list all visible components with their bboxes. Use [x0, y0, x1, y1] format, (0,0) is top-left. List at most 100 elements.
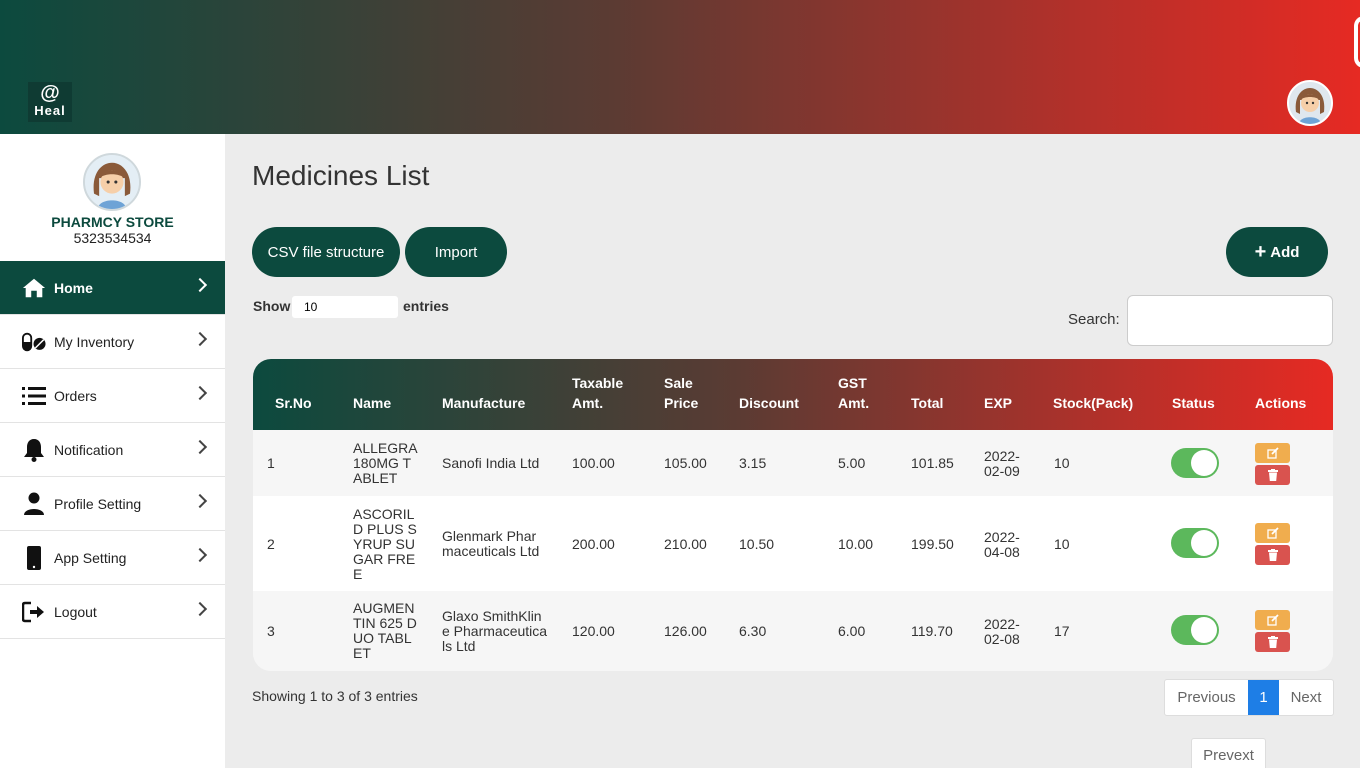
- logo-text: Heal: [34, 103, 66, 118]
- chevron-right-icon: [192, 601, 208, 617]
- sidebar-item-home[interactable]: Home: [0, 261, 225, 315]
- sidebar-item-label: Home: [54, 279, 93, 296]
- column-header-sr-no[interactable]: Sr.No: [275, 393, 312, 413]
- cell-taxable: 200.00: [572, 536, 615, 552]
- cell-manufacture: Sanofi India Ltd: [442, 455, 540, 471]
- trash-icon: [1267, 636, 1278, 648]
- sidebar-item-label: Profile Setting: [54, 495, 142, 512]
- column-header-sale-price[interactable]: Sale Price: [664, 373, 704, 413]
- edit-icon: [1266, 447, 1279, 459]
- user-avatar[interactable]: [1287, 80, 1333, 126]
- store-avatar: [83, 153, 141, 211]
- chevron-right-icon: [192, 547, 208, 563]
- prevext-button[interactable]: Prevext: [1191, 738, 1266, 768]
- edit-button[interactable]: [1255, 523, 1290, 543]
- cell-sr-no: 1: [267, 455, 275, 471]
- sidebar-item-inventory[interactable]: My Inventory: [0, 315, 225, 369]
- cell-exp: 2022-04-08: [984, 529, 1020, 560]
- cell-manufacture: Glaxo SmithKline Pharmaceuticals Ltd: [442, 608, 548, 654]
- cell-taxable: 100.00: [572, 455, 615, 471]
- plus-icon: +: [1254, 241, 1267, 263]
- sidebar: PHARMCY STORE 5323534534 Home My Invento…: [0, 134, 225, 768]
- sidebar-item-orders[interactable]: Orders: [0, 369, 225, 423]
- bell-icon: [22, 438, 46, 462]
- edge-decoration: [1354, 16, 1360, 68]
- top-bar: @ Heal: [0, 0, 1360, 134]
- status-toggle[interactable]: [1171, 528, 1219, 558]
- edit-button[interactable]: [1255, 443, 1290, 463]
- pagination: Previous 1 Next: [1164, 679, 1334, 716]
- cell-stock: 17: [1054, 623, 1070, 639]
- add-button-label: Add: [1270, 243, 1300, 261]
- chevron-right-icon: [192, 331, 208, 347]
- page-1-button[interactable]: 1: [1248, 680, 1279, 715]
- delete-button[interactable]: [1255, 545, 1290, 565]
- sidebar-item-profile-setting[interactable]: Profile Setting: [0, 477, 225, 531]
- column-header-gst-amt[interactable]: GST Amt.: [838, 373, 878, 413]
- cell-name: ALLEGRA 180MG TABLET: [353, 440, 417, 486]
- sidebar-item-app-setting[interactable]: App Setting: [0, 531, 225, 585]
- table-row: 1 ALLEGRA 180MG TABLET Sanofi India Ltd …: [253, 430, 1333, 496]
- column-header-manufacture[interactable]: Manufacture: [442, 393, 525, 413]
- sidebar-item-notification[interactable]: Notification: [0, 423, 225, 477]
- entries-label: entries: [403, 298, 449, 314]
- column-header-actions: Actions: [1255, 395, 1307, 411]
- sidebar-item-label: Notification: [54, 441, 124, 458]
- cell-name: ASCORIL D PLUS SYRUP SUGAR FREE: [353, 506, 417, 582]
- cell-sr-no: 2: [267, 536, 275, 552]
- cell-gst: 10.00: [838, 536, 874, 552]
- next-page-button[interactable]: Next: [1279, 680, 1333, 715]
- cell-discount: 10.50: [739, 536, 775, 552]
- store-name: PHARMCY STORE: [51, 214, 174, 230]
- cell-taxable: 120.00: [572, 623, 615, 639]
- trash-icon: [1267, 549, 1278, 561]
- delete-button[interactable]: [1255, 632, 1290, 652]
- edit-icon: [1266, 614, 1279, 626]
- cell-sale-price: 210.00: [664, 536, 707, 552]
- mobile-icon: [22, 545, 46, 570]
- csv-structure-button[interactable]: CSV file structure: [252, 227, 400, 277]
- column-header-total[interactable]: Total: [911, 393, 943, 413]
- column-header-stock[interactable]: Stock(Pack): [1053, 393, 1133, 413]
- column-header-exp[interactable]: EXP: [984, 393, 1012, 413]
- import-button[interactable]: Import: [405, 227, 507, 277]
- add-button[interactable]: + Add: [1226, 227, 1328, 277]
- entries-per-page-input[interactable]: [292, 296, 398, 318]
- list-icon: [22, 384, 46, 408]
- medicines-table: Sr.No Name Manufacture Taxable Amt. Sale…: [253, 359, 1333, 671]
- edit-button[interactable]: [1255, 610, 1290, 630]
- chevron-right-icon: [192, 493, 208, 509]
- cell-stock: 10: [1054, 455, 1070, 471]
- sidebar-item-label: Logout: [54, 603, 97, 620]
- column-header-status[interactable]: Status: [1172, 393, 1215, 413]
- cell-sale-price: 105.00: [664, 455, 707, 471]
- pills-icon: [22, 330, 46, 354]
- app-logo[interactable]: @ Heal: [28, 82, 72, 122]
- page-title: Medicines List: [252, 160, 430, 191]
- cell-total: 119.70: [911, 623, 953, 639]
- show-label: Show: [253, 298, 291, 314]
- store-phone: 5323534534: [73, 230, 152, 246]
- sidebar-item-label: App Setting: [54, 549, 127, 566]
- column-header-name[interactable]: Name: [353, 393, 391, 413]
- cell-sale-price: 126.00: [664, 623, 707, 639]
- chevron-right-icon: [192, 439, 208, 455]
- showing-entries-text: Showing 1 to 3 of 3 entries: [252, 688, 418, 704]
- edit-icon: [1266, 527, 1279, 539]
- delete-button[interactable]: [1255, 465, 1290, 485]
- sidebar-item-logout[interactable]: Logout: [0, 585, 225, 639]
- table-header: Sr.No Name Manufacture Taxable Amt. Sale…: [253, 359, 1333, 430]
- column-header-taxable-amt[interactable]: Taxable Amt.: [572, 373, 632, 413]
- user-icon: [22, 492, 46, 516]
- chevron-right-icon: [192, 277, 208, 293]
- sidebar-menu: Home My Inventory Orders Notification Pr…: [0, 261, 225, 639]
- status-toggle[interactable]: [1171, 615, 1219, 645]
- home-icon: [22, 276, 46, 300]
- previous-page-button[interactable]: Previous: [1165, 680, 1248, 715]
- search-input[interactable]: [1127, 295, 1333, 346]
- status-toggle[interactable]: [1171, 448, 1219, 478]
- search-label: Search:: [1068, 311, 1120, 328]
- cell-manufacture: Glenmark Pharmaceuticals Ltd: [442, 528, 540, 559]
- cell-name: AUGMENTIN 625 DUO TABLET: [353, 600, 417, 661]
- column-header-discount[interactable]: Discount: [739, 393, 799, 413]
